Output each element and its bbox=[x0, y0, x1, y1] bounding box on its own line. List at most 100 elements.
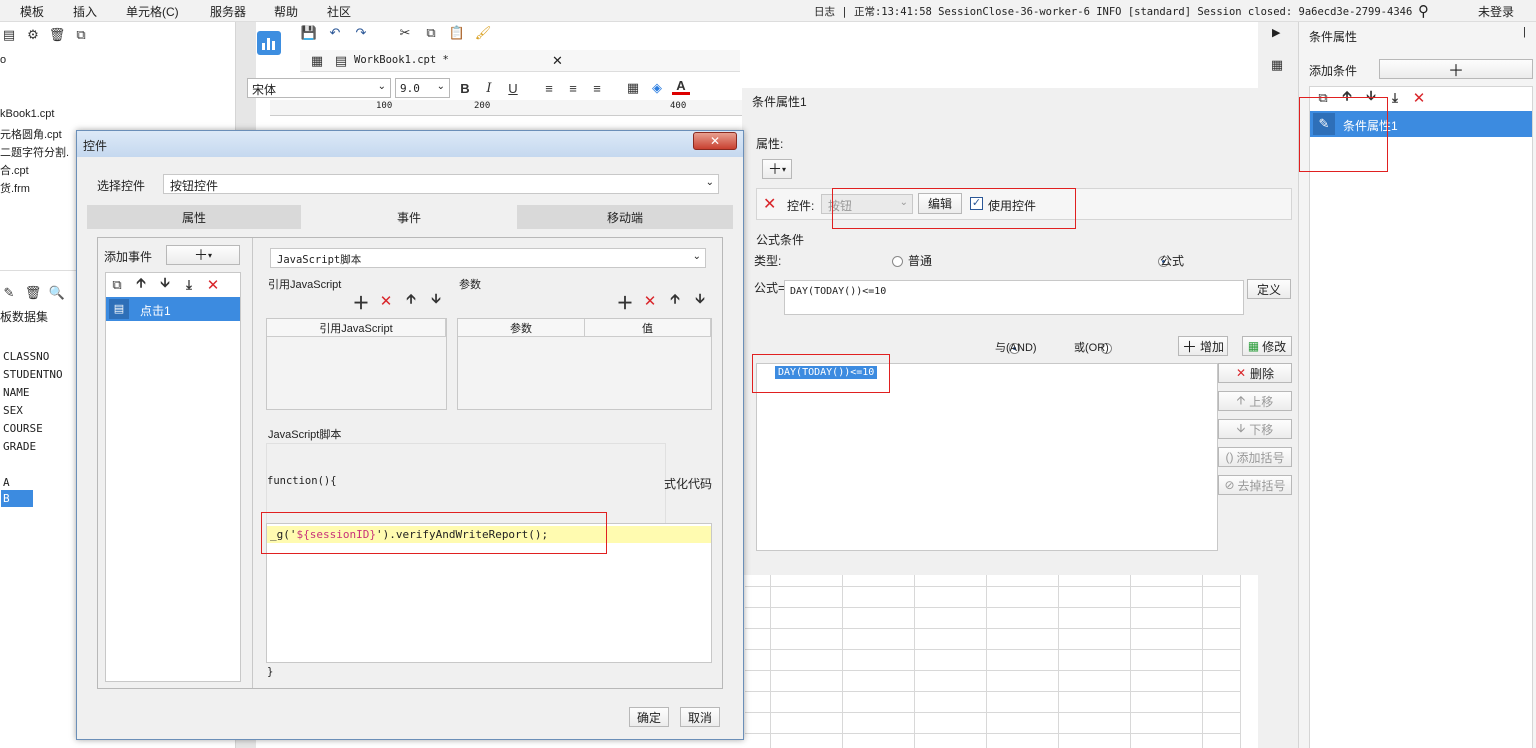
font-color-icon[interactable]: A bbox=[672, 78, 690, 95]
delete-icon[interactable]: ✕ bbox=[377, 292, 395, 310]
type-normal-radio[interactable] bbox=[892, 256, 903, 268]
add-icon[interactable]: ＋ bbox=[352, 292, 370, 313]
list-item-selected[interactable]: B bbox=[1, 490, 33, 507]
format-toolbar: B I U ≡ ≡ ≡ ▦ ◈ A bbox=[456, 78, 690, 97]
move-bottom-icon[interactable]: ⤓ bbox=[1386, 89, 1404, 107]
file-item[interactable]: 二题字符分割. bbox=[0, 144, 69, 160]
delete-icon[interactable]: 🗑 bbox=[24, 284, 42, 302]
cut-icon[interactable]: ✂ bbox=[396, 24, 414, 42]
redo-icon[interactable]: ↷ bbox=[352, 24, 370, 42]
bold-icon[interactable]: B bbox=[456, 79, 474, 97]
formula-input[interactable]: DAY(TODAY())<=10 bbox=[784, 280, 1244, 315]
border-icon[interactable]: ▦ bbox=[624, 79, 642, 97]
delete-condition-button[interactable]: ✕ 删除 bbox=[1218, 363, 1292, 383]
add-condition-dropdown[interactable]: ＋ bbox=[1379, 59, 1533, 80]
align-left-icon[interactable]: ≡ bbox=[540, 79, 558, 97]
align-center-icon[interactable]: ≡ bbox=[564, 79, 582, 97]
menu-template[interactable]: 模板 bbox=[20, 3, 44, 20]
file-item[interactable]: 货.frm bbox=[0, 180, 30, 196]
underline-icon[interactable]: U bbox=[504, 79, 522, 97]
add-condition-button[interactable]: ＋增加 bbox=[1178, 336, 1228, 356]
arrow-down-icon[interactable]: 🡫 bbox=[156, 275, 174, 294]
font-name-select[interactable]: 宋体 ⌄ bbox=[247, 78, 391, 98]
delete-icon[interactable]: ✕ bbox=[1410, 89, 1428, 107]
search-icon[interactable]: ⚲ bbox=[1418, 2, 1429, 20]
add-bracket-button[interactable]: () 添加括号 bbox=[1218, 447, 1292, 467]
add-icon[interactable]: ＋ bbox=[616, 292, 634, 313]
format-code-button[interactable]: 式化代码 bbox=[664, 475, 712, 492]
preview-icon[interactable]: 🔍 bbox=[48, 284, 66, 302]
settings-icon[interactable]: ⚙ bbox=[24, 26, 42, 44]
login-link[interactable]: 未登录 bbox=[1478, 3, 1514, 20]
menu-cell[interactable]: 单元格(C) bbox=[126, 3, 179, 20]
add-attr-dropdown[interactable]: ＋ ▾ bbox=[762, 159, 792, 179]
fill-color-icon[interactable]: ◈ bbox=[648, 79, 666, 97]
menu-insert[interactable]: 插入 bbox=[73, 3, 97, 20]
chart-icon[interactable] bbox=[256, 28, 282, 58]
close-tab-icon[interactable]: ✕ bbox=[552, 53, 563, 69]
chevron-right-icon[interactable]: ▶ bbox=[1272, 26, 1280, 39]
field-item[interactable]: STUDENTNO bbox=[3, 368, 63, 381]
menu-server[interactable]: 服务器 bbox=[210, 3, 246, 20]
copy-icon[interactable]: ⧉ bbox=[72, 26, 90, 44]
field-item[interactable]: NAME bbox=[3, 386, 30, 399]
script-type-select[interactable]: JavaScript脚本 ⌄ bbox=[270, 248, 706, 268]
list-item[interactable]: A bbox=[3, 476, 10, 489]
collapse-icon[interactable]: | bbox=[1523, 26, 1526, 38]
delete-icon[interactable]: ✕ bbox=[204, 276, 222, 294]
move-bottom-icon[interactable]: ⤓ bbox=[180, 276, 198, 294]
chevron-down-icon: ⌄ bbox=[705, 177, 714, 188]
arrow-down-icon[interactable]: 🡫 bbox=[427, 291, 445, 310]
edit-icon[interactable]: ✎ bbox=[0, 284, 18, 302]
tab-attributes[interactable]: 属性 bbox=[87, 205, 301, 229]
italic-icon[interactable]: I bbox=[480, 79, 498, 97]
menu-community[interactable]: 社区 bbox=[327, 3, 351, 20]
undo-icon[interactable]: ↶ bbox=[326, 24, 344, 42]
format-painter-icon[interactable]: 🖌 bbox=[474, 24, 492, 42]
document-tab[interactable]: WorkBook1.cpt * bbox=[354, 54, 449, 66]
move-up-button[interactable]: 🡩 上移 bbox=[1218, 391, 1292, 411]
arrow-up-icon[interactable]: 🡩 bbox=[666, 291, 684, 310]
remove-bracket-button[interactable]: ⊘ 去掉括号 bbox=[1218, 475, 1292, 495]
select-widget-dropdown[interactable]: 按钮控件 ⌄ bbox=[163, 174, 719, 194]
new-template-icon[interactable]: ▤ bbox=[0, 26, 18, 44]
field-item[interactable]: COURSE bbox=[3, 422, 43, 435]
move-down-button[interactable]: 🡫 下移 bbox=[1218, 419, 1292, 439]
file-item[interactable]: kBook1.cpt bbox=[0, 108, 54, 120]
file-item[interactable]: 元格圆角.cpt bbox=[0, 126, 62, 142]
paste-icon[interactable]: 📋 bbox=[448, 24, 466, 42]
event-toolbar: ⧉ 🡩 🡫 ⤓ ✕ bbox=[108, 275, 222, 294]
arrow-up-icon[interactable]: 🡩 bbox=[402, 291, 420, 310]
arrow-down-icon[interactable]: 🡫 bbox=[691, 291, 709, 310]
field-item[interactable]: SEX bbox=[3, 404, 23, 417]
copy-icon[interactable]: ⧉ bbox=[108, 276, 126, 294]
layout-icon[interactable]: ▦ bbox=[1268, 56, 1286, 74]
dialog-close-button[interactable]: ✕ bbox=[693, 132, 737, 150]
tree-root[interactable]: o bbox=[0, 54, 6, 66]
copy-icon[interactable]: ⧉ bbox=[422, 24, 440, 42]
menu-bar: 模板 插入 单元格(C) 服务器 帮助 社区 日志 | 正常:13:41:58 … bbox=[0, 0, 1536, 22]
arrow-up-icon[interactable]: 🡩 bbox=[132, 275, 150, 294]
cancel-button[interactable]: 取消 bbox=[680, 707, 720, 727]
add-event-dropdown[interactable]: ＋ ▾ bbox=[166, 245, 240, 265]
tab-mobile[interactable]: 移动端 bbox=[517, 205, 733, 229]
value-column-header: 值 bbox=[585, 319, 711, 337]
delete-icon[interactable]: 🗑 bbox=[48, 26, 66, 44]
font-size-select[interactable]: 9.0 ⌄ bbox=[395, 78, 450, 98]
report-grid[interactable] bbox=[742, 575, 1242, 748]
event-item[interactable]: ▤ 点击1 bbox=[106, 297, 240, 321]
file-item[interactable]: 合.cpt bbox=[0, 162, 29, 178]
save-icon[interactable]: 💾 bbox=[300, 24, 318, 42]
chevron-down-icon: ⌄ bbox=[436, 81, 445, 92]
ok-button[interactable]: 确定 bbox=[629, 707, 669, 727]
define-button[interactable]: 定义 bbox=[1247, 279, 1291, 299]
field-item[interactable]: GRADE bbox=[3, 440, 36, 453]
align-right-icon[interactable]: ≡ bbox=[588, 79, 606, 97]
modify-condition-button[interactable]: ▦ 修改 bbox=[1242, 336, 1292, 356]
menu-help[interactable]: 帮助 bbox=[274, 3, 298, 20]
tab-events[interactable]: 事件 bbox=[301, 205, 517, 229]
remove-attr-icon[interactable]: ✕ bbox=[763, 194, 776, 214]
delete-icon[interactable]: ✕ bbox=[641, 292, 659, 310]
field-item[interactable]: CLASSNO bbox=[3, 350, 49, 363]
grid-line bbox=[1202, 575, 1203, 748]
